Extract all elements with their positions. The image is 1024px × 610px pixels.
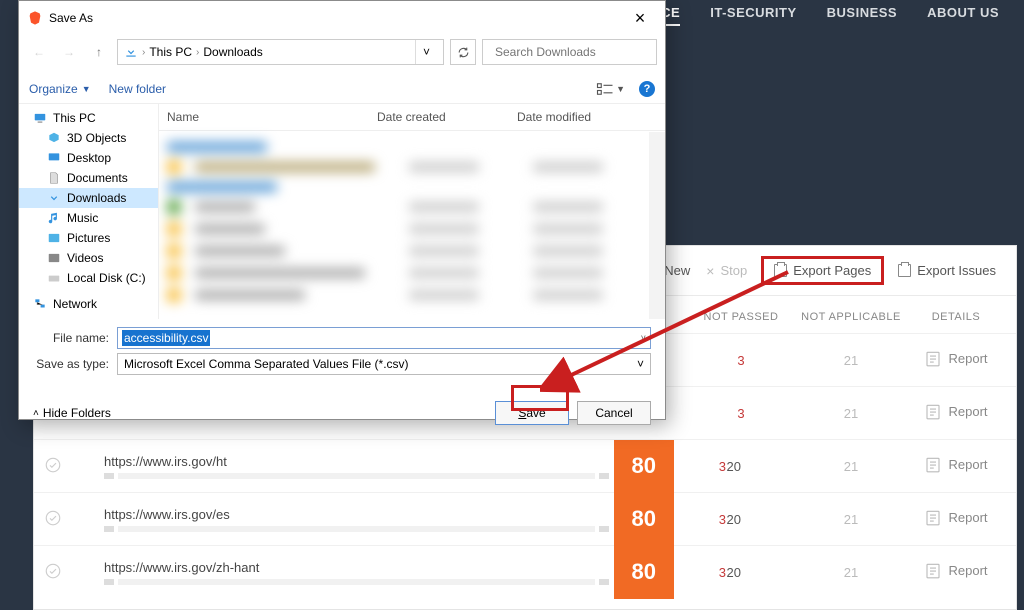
- result-row: https://www.irs.gov/zh-hant 80 20 3 21 R…: [34, 545, 1016, 598]
- export-pages-button[interactable]: Export Pages: [761, 256, 884, 285]
- report-button[interactable]: Report: [924, 350, 987, 368]
- download-icon: [124, 45, 138, 59]
- refresh-button[interactable]: [450, 39, 476, 65]
- check-circle-icon: [44, 509, 62, 527]
- not-applicable-value: 21: [796, 512, 906, 527]
- not-applicable-value: 21: [796, 565, 906, 580]
- site-nav: MMERCE IT-SECURITY BUSINESS ABOUT US: [619, 5, 999, 26]
- col-date-created[interactable]: Date created: [377, 110, 517, 124]
- filename-label: File name:: [33, 331, 109, 345]
- path-segment[interactable]: This PC: [149, 45, 192, 59]
- export-icon: [774, 264, 787, 277]
- tree-network[interactable]: Network: [19, 294, 158, 314]
- folder-tree: This PC 3D Objects Desktop Documents Dow…: [19, 104, 159, 319]
- dialog-titlebar: Save As ×: [19, 1, 665, 35]
- result-url: https://www.irs.gov/es: [104, 507, 609, 522]
- tree-pictures[interactable]: Pictures: [19, 228, 158, 248]
- brave-icon: [27, 10, 43, 26]
- tree-videos[interactable]: Videos: [19, 248, 158, 268]
- passed-value: 20: [679, 512, 789, 527]
- help-icon[interactable]: ?: [639, 81, 655, 97]
- new-button[interactable]: New: [662, 259, 692, 282]
- export-icon: [898, 264, 911, 277]
- result-url: https://www.irs.gov/zh-hant: [104, 560, 609, 575]
- forward-button[interactable]: →: [57, 40, 81, 64]
- col-not-passed: NOT PASSED: [686, 311, 796, 323]
- passed-value: 20: [679, 459, 789, 474]
- result-row: https://www.irs.gov/ht 80 20 3 21 Report: [34, 439, 1016, 492]
- stop-button[interactable]: × Stop: [704, 259, 749, 283]
- score-value: 80: [614, 546, 674, 599]
- search-input[interactable]: [495, 45, 650, 59]
- organize-dropdown[interactable]: Organize ▼: [29, 82, 91, 96]
- highlight-save: [511, 385, 569, 411]
- report-button[interactable]: Report: [924, 509, 987, 527]
- check-circle-icon: [44, 456, 62, 474]
- save-fields: File name: accessibility.csv ˅ Save as t…: [19, 319, 665, 383]
- check-circle-icon: [44, 562, 62, 580]
- not-applicable-value: 21: [796, 459, 906, 474]
- tree-music[interactable]: Music: [19, 208, 158, 228]
- nav-address-row: ← → ↑ › This PC › Downloads ˅: [19, 35, 665, 75]
- address-bar[interactable]: › This PC › Downloads ˅: [117, 39, 444, 65]
- score-value: 80: [614, 493, 674, 546]
- col-not-applicable: NOT APPLICABLE: [796, 311, 906, 323]
- export-issues-button[interactable]: Export Issues: [896, 259, 998, 282]
- cancel-button[interactable]: Cancel: [577, 401, 651, 425]
- up-button[interactable]: ↑: [87, 40, 111, 64]
- report-button[interactable]: Report: [924, 403, 987, 421]
- save-as-dialog: Save As × ← → ↑ › This PC › Downloads ˅ …: [18, 0, 666, 420]
- result-row: https://www.irs.gov/es 80 20 3 21 Report: [34, 492, 1016, 545]
- path-segment[interactable]: Downloads: [203, 45, 262, 59]
- hide-folders-toggle[interactable]: ˄ Hide Folders: [33, 406, 111, 420]
- tree-desktop[interactable]: Desktop: [19, 148, 158, 168]
- not-passed-value: 3: [719, 459, 726, 474]
- not-applicable-value: 21: [796, 406, 906, 421]
- savetype-select[interactable]: Microsoft Excel Comma Separated Values F…: [117, 353, 651, 375]
- nav-about-us[interactable]: ABOUT US: [927, 5, 999, 26]
- col-name[interactable]: Name: [167, 110, 377, 124]
- not-passed-value: 3: [686, 353, 796, 368]
- new-folder-button[interactable]: New folder: [109, 82, 166, 96]
- report-button[interactable]: Report: [924, 456, 987, 474]
- path-dropdown[interactable]: ˅: [415, 40, 437, 64]
- col-date-modified[interactable]: Date modified: [517, 110, 657, 124]
- not-passed-value: 3: [686, 406, 796, 421]
- tree-documents[interactable]: Documents: [19, 168, 158, 188]
- view-options[interactable]: ▼: [596, 82, 625, 96]
- filename-input[interactable]: accessibility.csv ˅: [117, 327, 651, 349]
- score-value: 80: [614, 440, 674, 493]
- tree-local-disk[interactable]: Local Disk (C:): [19, 268, 158, 288]
- result-url: https://www.irs.gov/ht: [104, 454, 609, 469]
- vertical-scrollbar[interactable]: [649, 132, 665, 319]
- back-button[interactable]: ←: [27, 40, 51, 64]
- nav-it-security[interactable]: IT-SECURITY: [710, 5, 796, 26]
- tree-3d-objects[interactable]: 3D Objects: [19, 128, 158, 148]
- savetype-label: Save as type:: [33, 357, 109, 371]
- view-icon: [596, 82, 614, 96]
- not-passed-value: 3: [719, 512, 726, 527]
- not-passed-value: 3: [719, 565, 726, 580]
- file-list: Name Date created Date modified: [159, 104, 665, 319]
- nav-business[interactable]: BUSINESS: [827, 5, 897, 26]
- passed-value: 20: [679, 565, 789, 580]
- tree-this-pc[interactable]: This PC: [19, 108, 158, 128]
- search-box[interactable]: [482, 39, 657, 65]
- dialog-toolbar: Organize ▼ New folder ▼ ?: [19, 75, 665, 104]
- blurred-file-rows: [159, 134, 665, 319]
- dialog-title-text: Save As: [49, 11, 93, 25]
- tree-downloads[interactable]: Downloads: [19, 188, 158, 208]
- close-button[interactable]: ×: [623, 7, 657, 29]
- not-applicable-value: 21: [796, 353, 906, 368]
- report-button[interactable]: Report: [924, 562, 987, 580]
- col-details: DETAILS: [906, 311, 1006, 323]
